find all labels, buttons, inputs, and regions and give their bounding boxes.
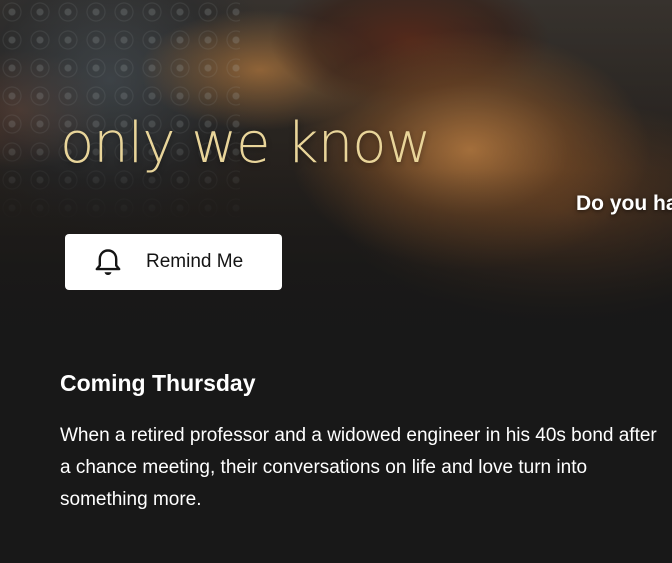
synopsis-text: When a retired professor and a widowed e…	[60, 425, 657, 510]
title-logo: only we know	[60, 111, 431, 176]
remind-me-label: Remind Me	[146, 251, 244, 272]
remind-me-button[interactable]: Remind Me	[65, 234, 282, 290]
release-date-heading: Coming Thursday	[60, 370, 256, 396]
tagline: Do you ha	[576, 192, 672, 215]
title-hero: only we know Do you ha Remind Me Coming …	[0, 0, 672, 563]
bell-icon	[92, 246, 124, 278]
